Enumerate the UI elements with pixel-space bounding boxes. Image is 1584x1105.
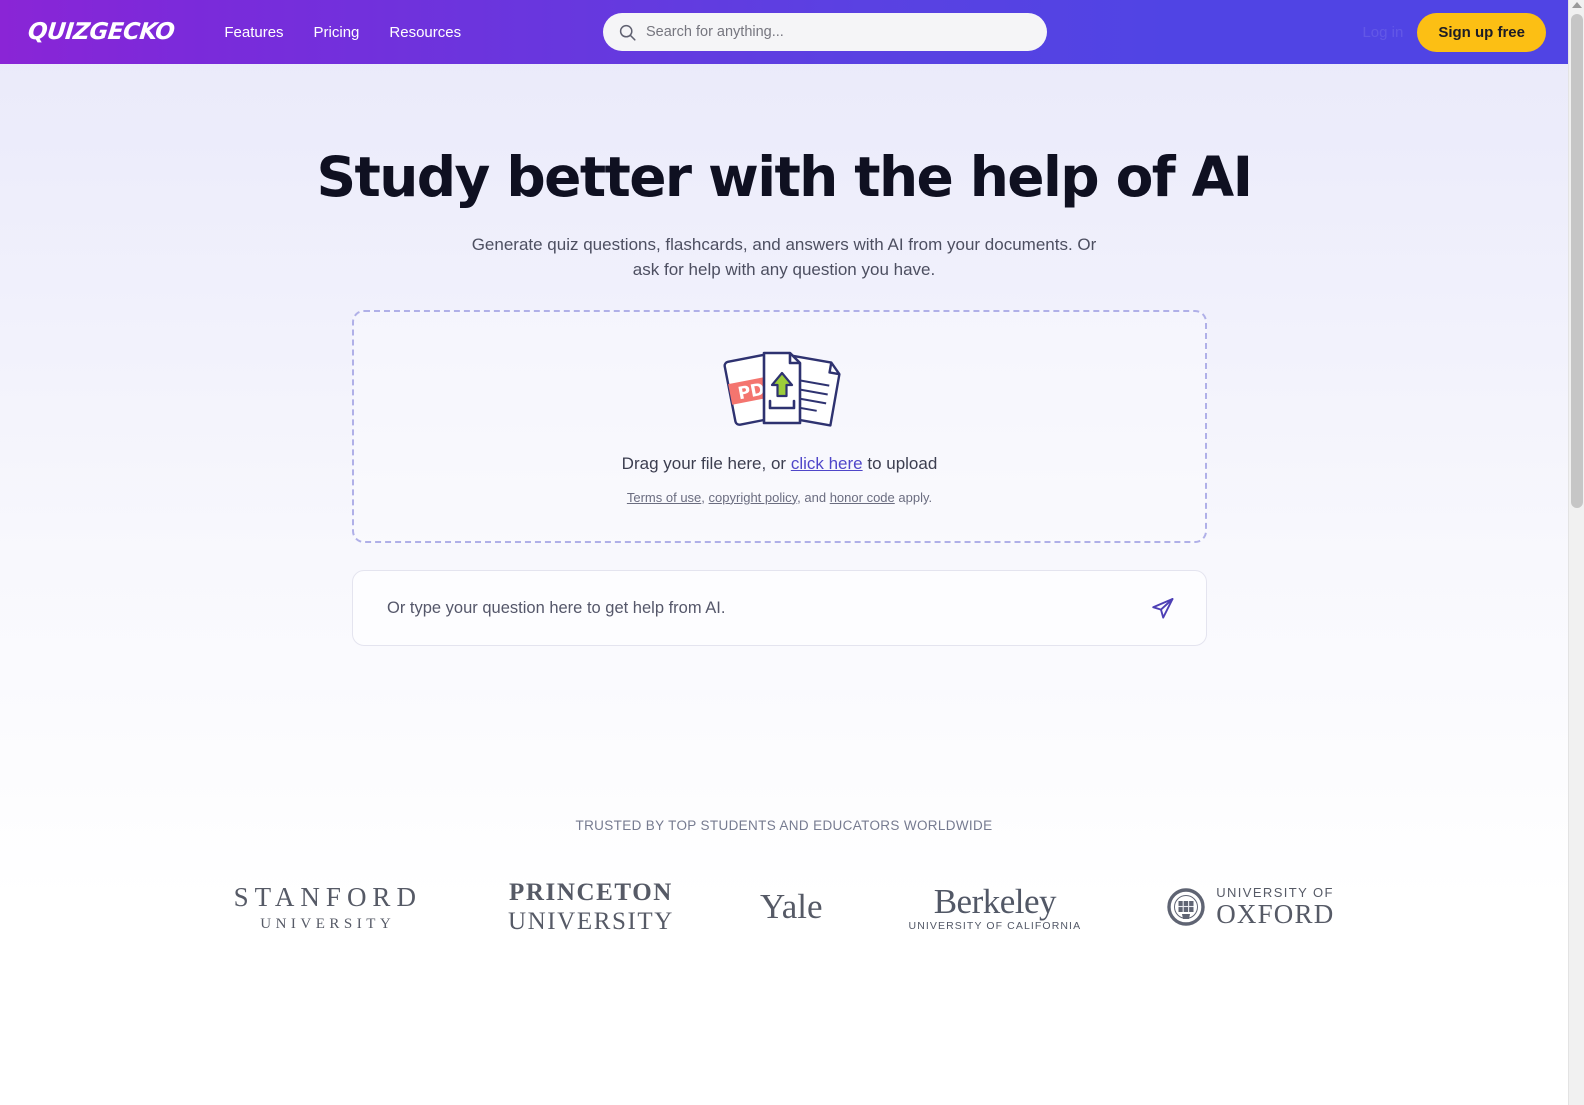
scroll-up-arrow-icon[interactable] [1572,2,1582,8]
yale-wordmark: Yale [759,887,823,926]
terms-of-use-link[interactable]: Terms of use [627,490,701,505]
oxford-crest-icon [1167,888,1205,926]
search-bar[interactable] [603,13,1047,51]
question-input-box[interactable] [352,570,1207,646]
dropzone-prompt-prefix: Drag your file here, or [621,453,791,473]
search-icon [619,24,636,41]
stanford-subtitle: UNIVERSITY [260,915,396,932]
dropzone-prompt-suffix: to upload [862,453,938,473]
logo-oxford: UNIVERSITY OF OXFORD [1167,885,1334,930]
nav-item-pricing[interactable]: Pricing [314,24,360,41]
oxford-subtitle: UNIVERSITY OF [1216,884,1334,900]
dropzone-legal-text: Terms of use, copyright policy, and hono… [627,490,932,505]
vertical-scrollbar[interactable] [1568,0,1584,1105]
hero-section: Study better with the help of AI Generat… [0,64,1568,283]
search-input[interactable] [646,13,1031,51]
legal-suffix: apply. [894,489,933,505]
trusted-by-label: TRUSTED BY TOP STUDENTS AND EDUCATORS WO… [575,818,993,833]
login-link[interactable]: Log in [1362,24,1403,41]
legal-sep-2: , and [797,489,830,505]
berkeley-wordmark: Berkeley [933,882,1057,921]
header-actions: Log in Sign up free [1362,0,1546,64]
oxford-wordmark: OXFORD [1216,898,1335,929]
university-logos: STANFORD UNIVERSITY PRINCETON UNIVERSITY… [0,862,1568,952]
logo-stanford: STANFORD UNIVERSITY [234,882,422,933]
file-dropzone[interactable]: PDF Drag your file here, or click here t… [352,310,1207,543]
click-here-upload-link[interactable]: click here [791,454,863,473]
copyright-policy-link[interactable]: copyright policy [709,490,798,505]
legal-sep-1: , [701,489,709,505]
page-viewport: QUIZGECKO Features Pricing Resources Log… [0,0,1568,1105]
nav-item-features[interactable]: Features [224,24,283,41]
dropzone-prompt: Drag your file here, or click here to up… [622,454,938,474]
upload-documents-icon: PDF [716,349,844,432]
logo-princeton: PRINCETON UNIVERSITY [508,879,674,936]
princeton-subtitle: UNIVERSITY [507,907,674,935]
logo-berkeley: Berkeley UNIVERSITY OF CALIFORNIA [909,882,1082,932]
site-header: QUIZGECKO Features Pricing Resources Log… [0,0,1568,64]
question-input[interactable] [387,598,1143,618]
honor-code-link[interactable]: honor code [830,490,895,505]
princeton-wordmark: PRINCETON [508,878,673,906]
logo-yale: Yale [760,887,823,927]
hero-subtitle: Generate quiz questions, flashcards, and… [471,235,1097,280]
brand-logo[interactable]: QUIZGECKO [27,19,176,45]
send-paper-plane-icon [1152,597,1174,619]
stanford-wordmark: STANFORD [233,881,422,912]
signup-free-button[interactable]: Sign up free [1417,12,1546,52]
scrollbar-thumb[interactable] [1571,14,1583,508]
nav-item-resources[interactable]: Resources [389,24,461,41]
page-title: Study better with the help of AI [316,145,1254,209]
send-question-button[interactable] [1143,589,1182,628]
main-nav: Features Pricing Resources [224,24,461,41]
berkeley-subtitle: UNIVERSITY OF CALIFORNIA [908,920,1082,932]
